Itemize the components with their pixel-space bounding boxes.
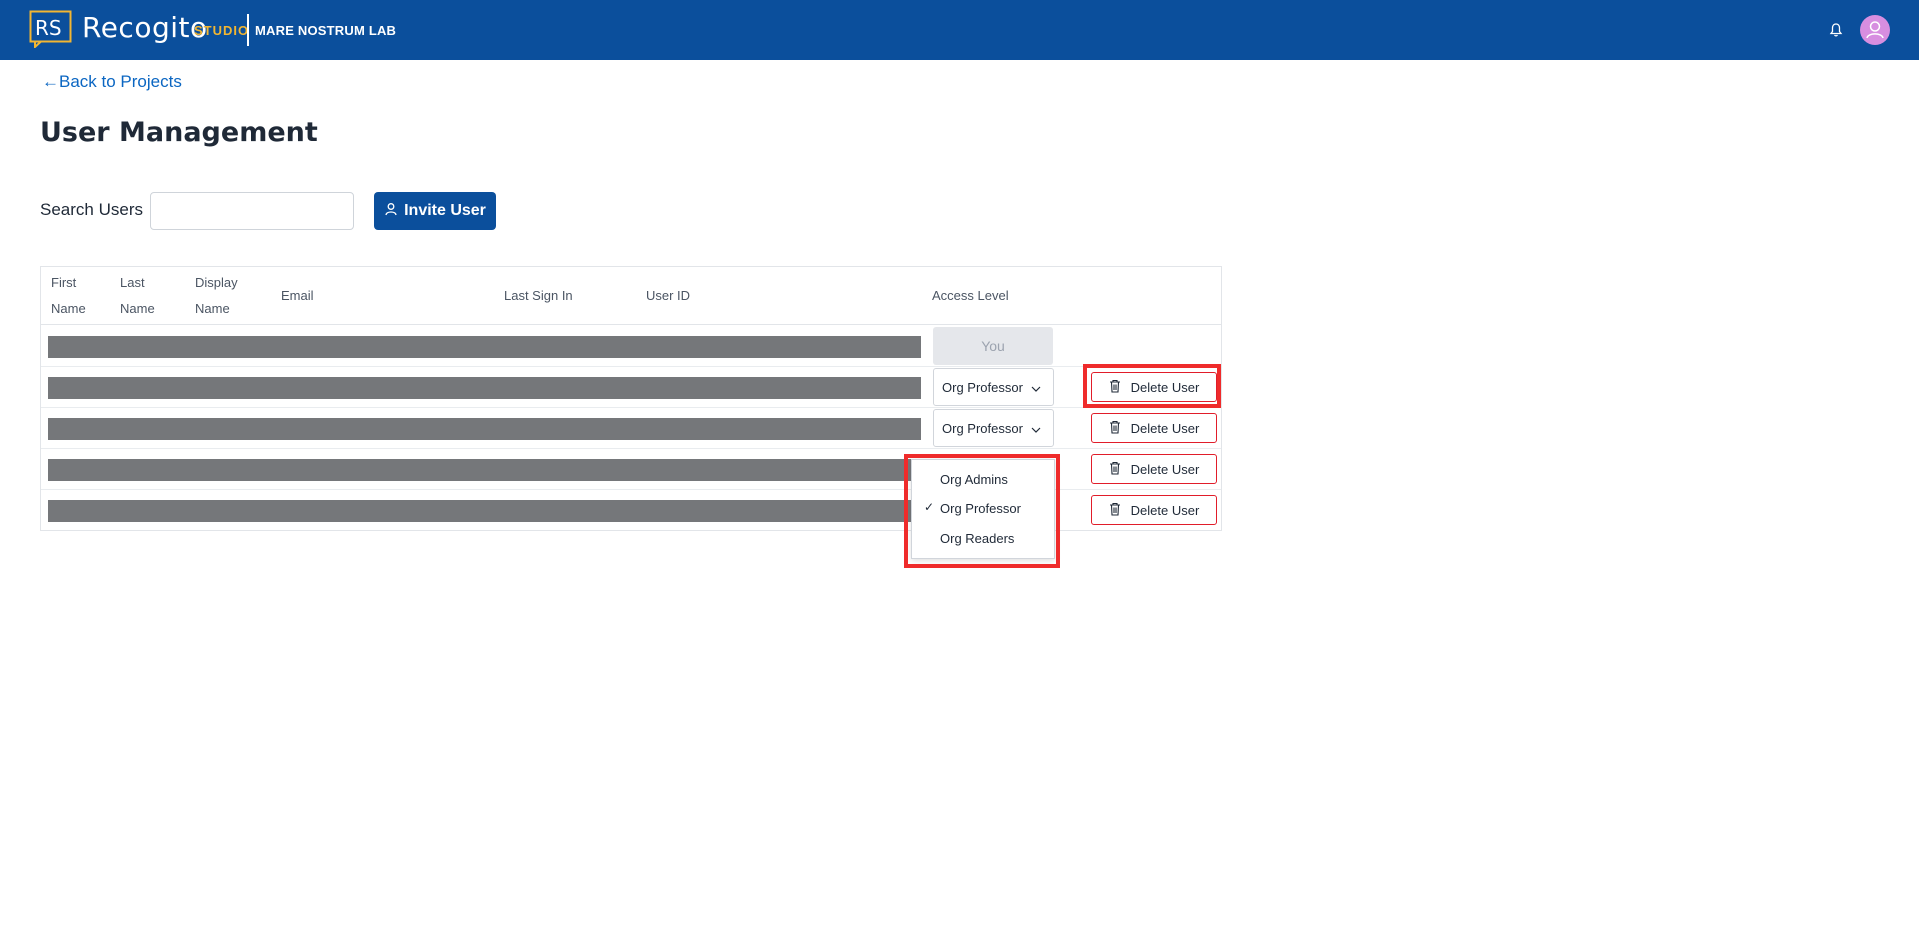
- column-header-email[interactable]: Email: [281, 283, 314, 309]
- dropdown-option-org-professor[interactable]: ✓ Org Professor: [912, 495, 1056, 523]
- trash-icon: [1109, 420, 1121, 437]
- access-level-select[interactable]: Org Professor: [933, 368, 1054, 406]
- redacted-user-info: [48, 377, 921, 399]
- column-header-last-name[interactable]: Last Name: [120, 270, 155, 322]
- chevron-down-icon: [1031, 421, 1041, 436]
- arrow-left-icon: ←: [42, 72, 59, 91]
- notifications-bell-icon[interactable]: [1828, 22, 1844, 38]
- invite-user-button[interactable]: Invite User: [374, 192, 496, 230]
- delete-user-label: Delete User: [1130, 420, 1200, 436]
- redacted-user-info: [48, 500, 921, 522]
- top-navigation-bar: RS Recogito STUDIO MARE NOSTRUM LAB: [0, 0, 1919, 60]
- column-header-access-level[interactable]: Access Level: [932, 283, 1009, 309]
- recogito-logo-icon[interactable]: RS: [29, 10, 75, 50]
- back-link-label: Back to Projects: [59, 72, 182, 91]
- delete-user-label: Delete User: [1130, 461, 1200, 477]
- back-to-projects-link[interactable]: ←Back to Projects: [42, 72, 182, 92]
- user-avatar[interactable]: [1860, 15, 1890, 45]
- logo-text: RS: [35, 16, 62, 40]
- row-divider: [41, 407, 1221, 408]
- page-title: User Management: [40, 117, 318, 148]
- brand-name: Recogito: [82, 11, 208, 44]
- access-level-dropdown-menu: Org Admins ✓ Org Professor Org Readers: [911, 459, 1055, 559]
- row-divider: [41, 366, 1221, 367]
- org-name: MARE NOSTRUM LAB: [255, 23, 397, 38]
- delete-user-button[interactable]: Delete User: [1091, 372, 1217, 402]
- redacted-user-info: [48, 336, 921, 358]
- trash-icon: [1109, 379, 1121, 396]
- search-users-input[interactable]: [150, 192, 354, 230]
- trash-icon: [1109, 461, 1121, 478]
- invite-user-label: Invite User: [404, 202, 486, 219]
- column-header-last-sign-in[interactable]: Last Sign In: [504, 283, 573, 309]
- dropdown-option-org-readers[interactable]: Org Readers: [912, 525, 1056, 553]
- delete-user-label: Delete User: [1130, 502, 1200, 518]
- brand-suffix: STUDIO: [194, 23, 250, 38]
- chevron-down-icon: [1031, 380, 1041, 395]
- delete-user-button[interactable]: Delete User: [1091, 413, 1217, 443]
- redacted-user-info: [48, 459, 921, 481]
- access-level-self-badge: You: [933, 327, 1053, 365]
- column-header-user-id[interactable]: User ID: [646, 283, 690, 309]
- user-icon: [384, 202, 398, 221]
- checkmark-icon: ✓: [924, 500, 935, 514]
- search-users-label: Search Users: [40, 200, 143, 219]
- column-header-display-name[interactable]: Display Name: [195, 270, 238, 322]
- access-level-value: Org Professor: [942, 379, 1023, 395]
- access-level-select[interactable]: Org Professor: [933, 409, 1054, 447]
- row-divider: [41, 448, 1221, 449]
- delete-user-button[interactable]: Delete User: [1091, 495, 1217, 525]
- redacted-user-info: [48, 418, 921, 440]
- header-divider: [41, 324, 1221, 325]
- delete-user-label: Delete User: [1130, 379, 1200, 395]
- delete-user-button[interactable]: Delete User: [1091, 454, 1217, 484]
- dropdown-option-org-admins[interactable]: Org Admins: [912, 466, 1056, 494]
- column-header-first-name[interactable]: First Name: [51, 270, 86, 322]
- brand-divider: [247, 14, 249, 46]
- access-level-value: Org Professor: [942, 420, 1023, 436]
- trash-icon: [1109, 502, 1121, 519]
